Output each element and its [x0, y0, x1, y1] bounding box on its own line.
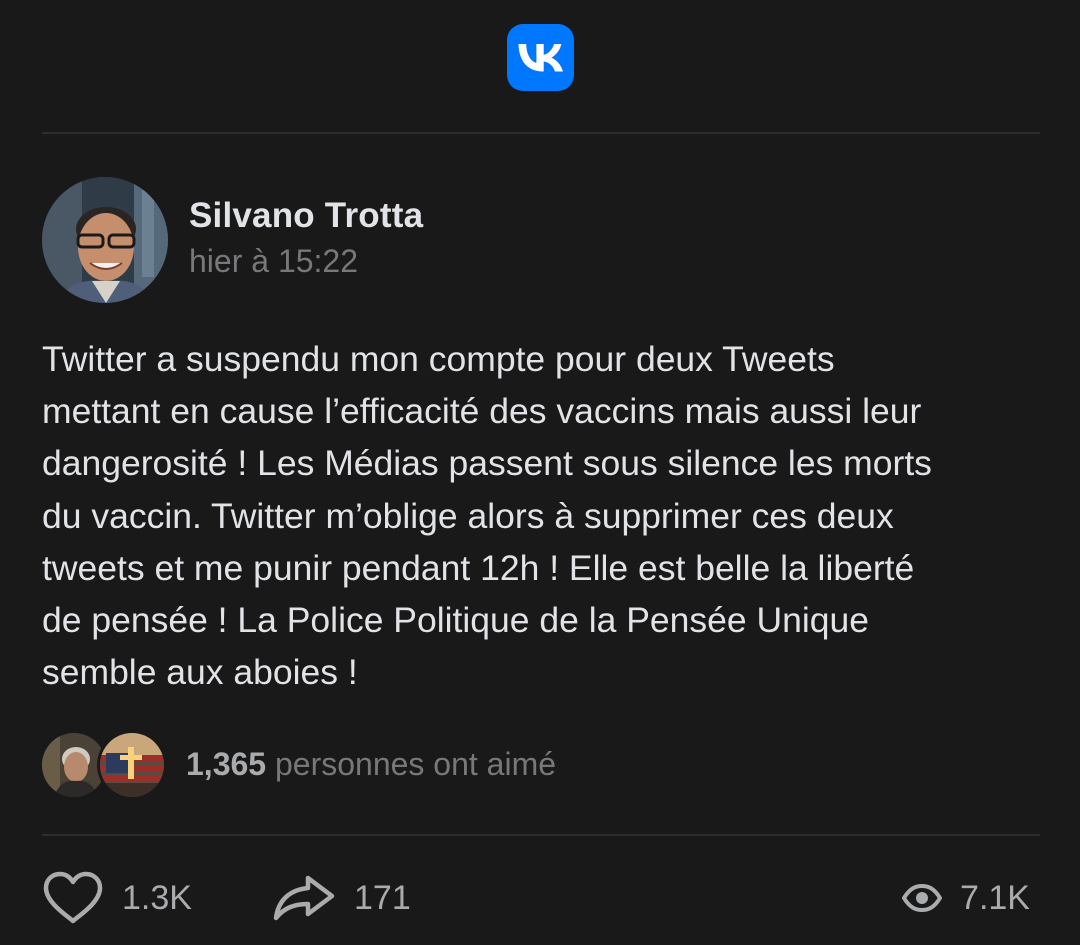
- like-count: 1.3K: [122, 878, 192, 917]
- likers-avatars[interactable]: [42, 733, 172, 797]
- author-avatar[interactable]: [42, 177, 168, 303]
- post-timestamp[interactable]: hier à 15:22: [189, 243, 358, 280]
- share-count: 171: [354, 878, 411, 917]
- share-button[interactable]: 171: [272, 868, 411, 928]
- views-count: 7.1K: [960, 878, 1030, 917]
- like-button[interactable]: 1.3K: [42, 868, 192, 928]
- actions-divider: [42, 834, 1040, 836]
- share-arrow-icon: [273, 875, 335, 921]
- heart-icon: [43, 871, 103, 924]
- post-text: Twitter a suspendu mon compte pour deux …: [42, 339, 932, 693]
- views-counter: 7.1K: [902, 868, 1030, 928]
- liker-avatar[interactable]: [42, 733, 106, 797]
- header-divider: [42, 132, 1040, 134]
- author-name[interactable]: Silvano Trotta: [189, 196, 423, 236]
- likes-count: 1,365: [186, 746, 267, 782]
- eye-icon: [902, 884, 943, 912]
- liker-avatar[interactable]: [100, 733, 164, 797]
- vk-logo-icon[interactable]: [507, 24, 574, 91]
- likes-suffix: personnes ont aimé: [266, 746, 557, 782]
- likes-summary[interactable]: 1,365 personnes ont aimé: [186, 746, 556, 783]
